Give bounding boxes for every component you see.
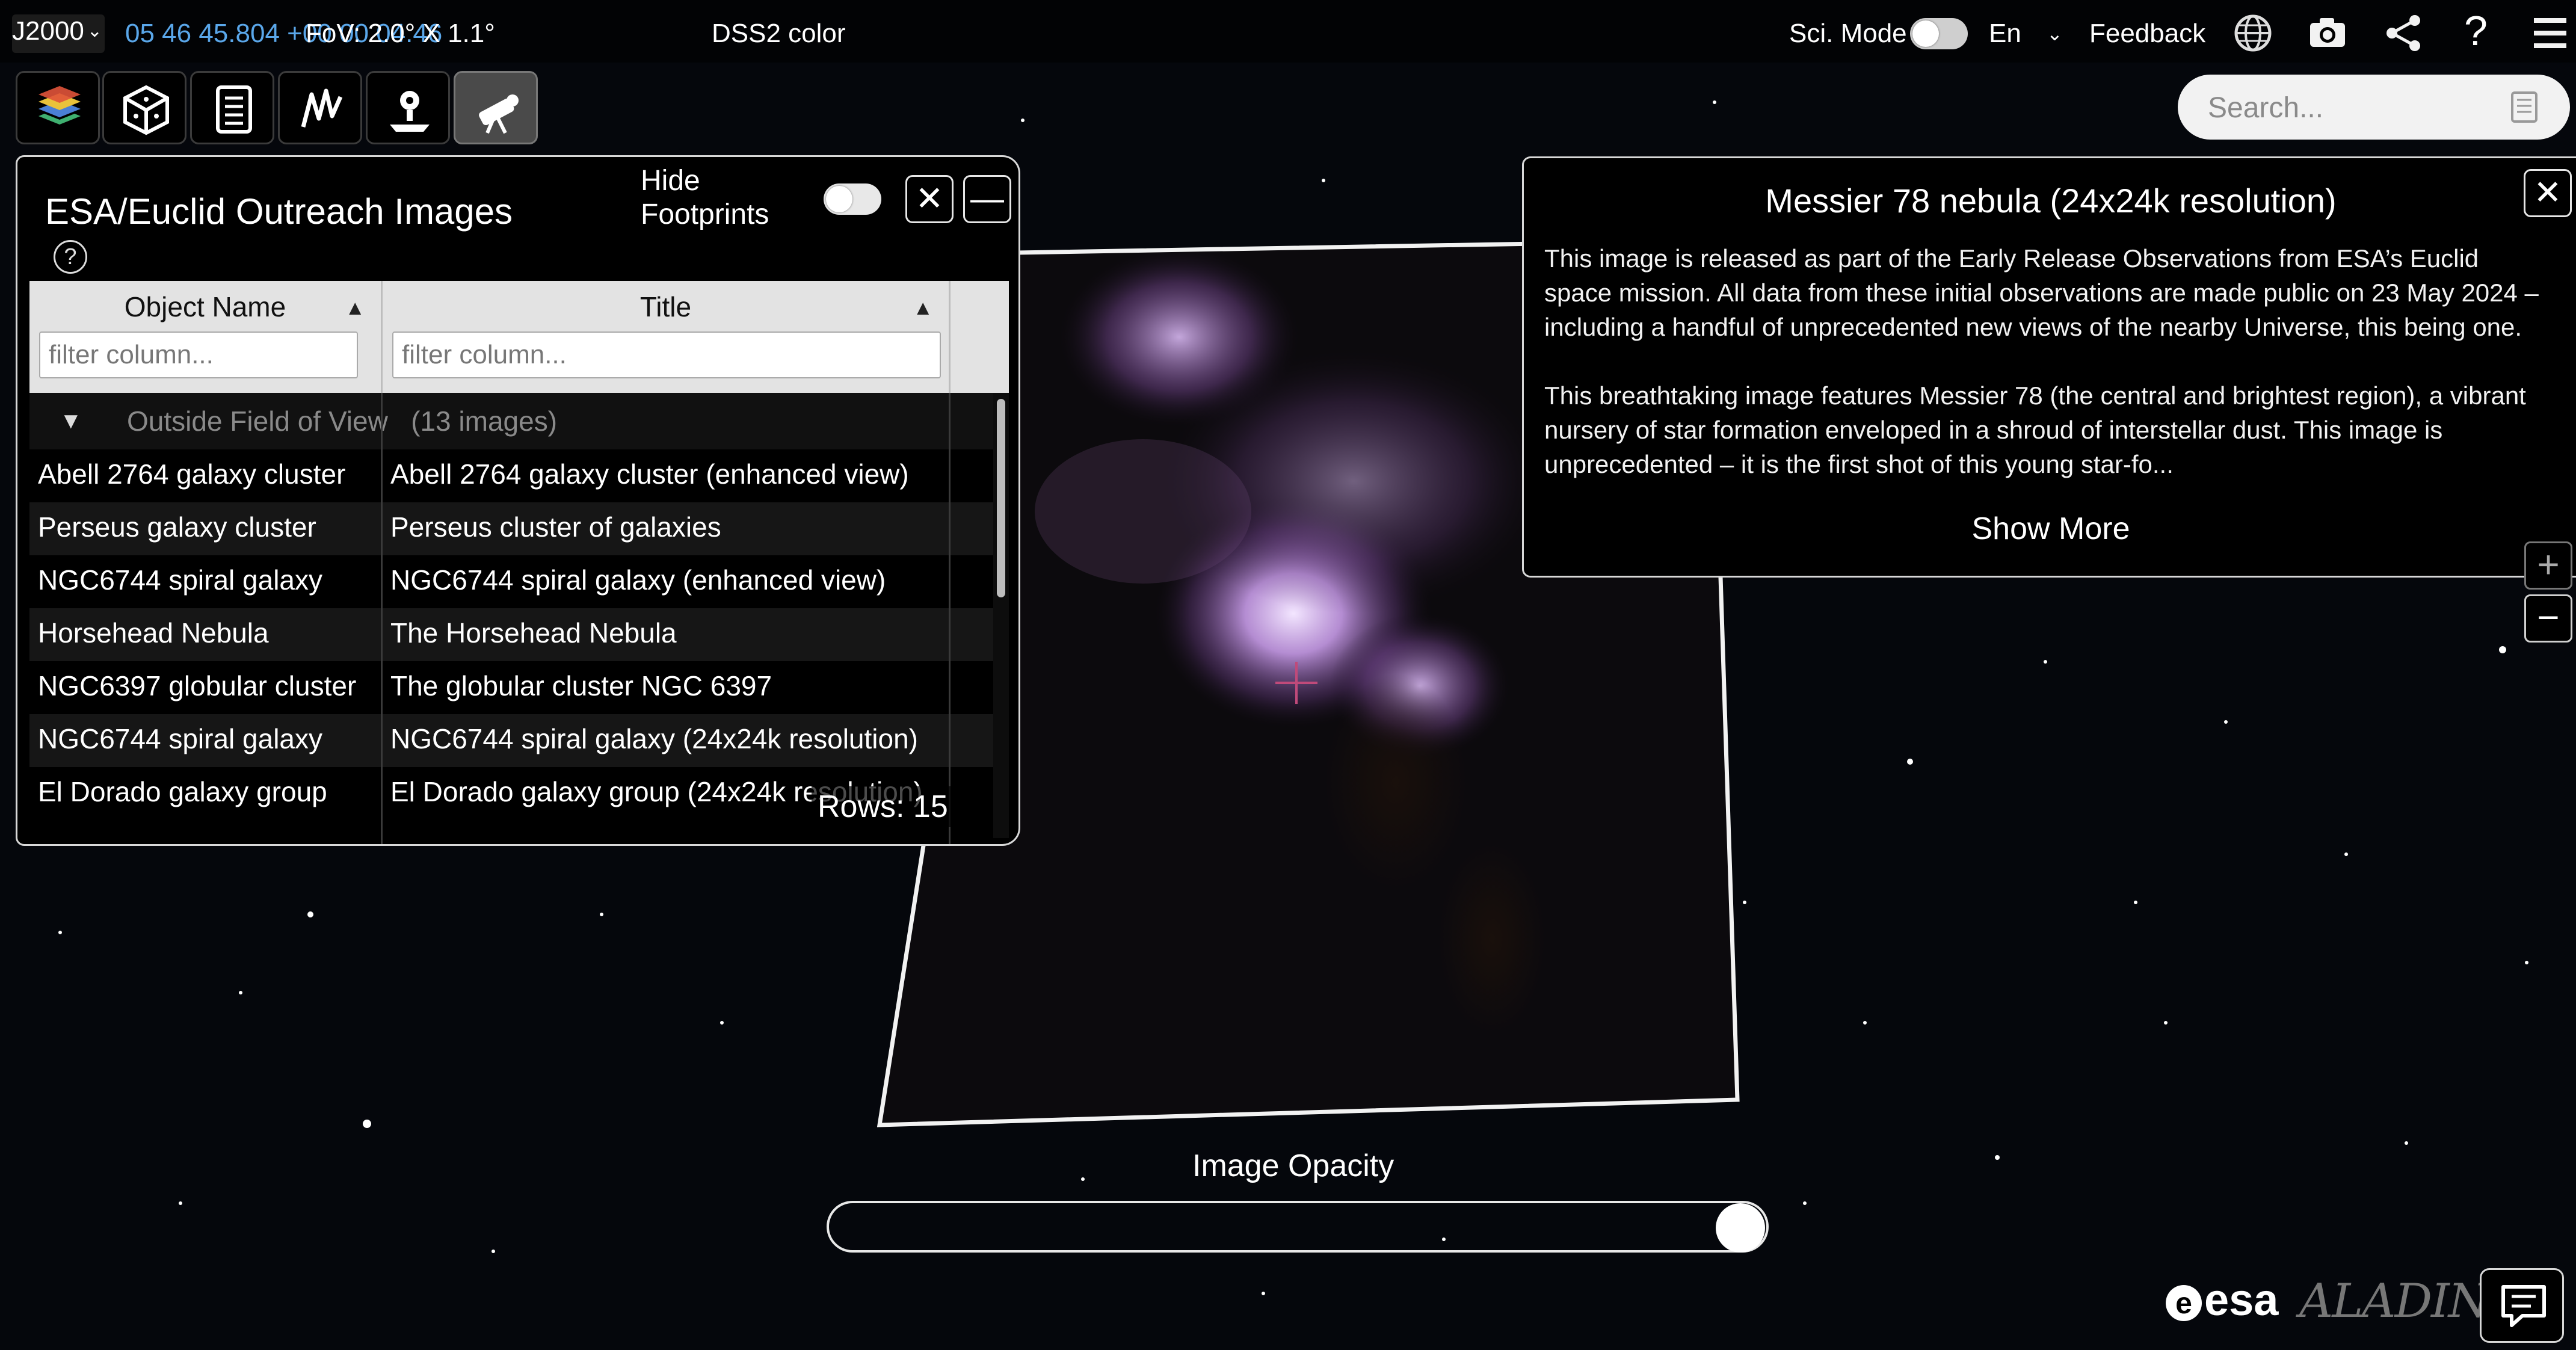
zoom-in-button[interactable]: + xyxy=(2524,541,2572,590)
minimize-icon[interactable]: — xyxy=(963,175,1011,223)
sci-mode-label: Sci. Mode xyxy=(1789,19,1907,48)
title-filter[interactable] xyxy=(392,331,941,378)
survey-name[interactable]: DSS2 color xyxy=(712,17,846,51)
object-name-cell: NGC6744 spiral galaxy xyxy=(38,723,323,754)
fov-display: FoV: 2.0° X 1.1° xyxy=(306,19,495,48)
group-row[interactable]: ▼ Outside Field of View (13 images) xyxy=(29,393,1004,449)
spectra-button[interactable] xyxy=(278,71,362,144)
language-select[interactable]: En xyxy=(1989,17,2021,51)
chevron-down-icon[interactable]: ⌄ xyxy=(2047,17,2063,51)
object-name-cell: Abell 2764 galaxy cluster xyxy=(38,458,346,490)
show-more-button[interactable]: Show More xyxy=(1524,511,2576,547)
chevron-down-icon: ⌄ xyxy=(87,21,102,41)
column-header[interactable]: Object Name xyxy=(29,291,381,323)
opacity-label: Image Opacity xyxy=(1192,1148,1394,1183)
info-paragraph: This breathtaking image features Messier… xyxy=(1544,381,2526,478)
top-bar: J2000 ⌄ 05 46 45.804 +00 00 04.46 FoV: 2… xyxy=(0,0,2576,63)
title-cell: The Horsehead Nebula xyxy=(390,617,677,649)
cube-icon xyxy=(123,85,169,135)
spectra-icon xyxy=(301,88,343,128)
esa-logo: e esa xyxy=(2166,1274,2278,1325)
title-cell: The globular cluster NGC 6397 xyxy=(390,670,772,701)
column-title[interactable]: Title ▲ xyxy=(383,281,951,393)
mission-icon xyxy=(390,91,430,132)
table-row[interactable]: Abell 2764 galaxy cluster Abell 2764 gala… xyxy=(29,449,1004,502)
title-cell: Abell 2764 galaxy cluster (enhanced view… xyxy=(390,458,909,490)
table-header: Object Name ▲ Title ▲ xyxy=(29,281,1009,393)
search-box[interactable] xyxy=(2178,75,2570,140)
object-name-cell: El Dorado galaxy group xyxy=(38,776,327,807)
column-header[interactable]: Title xyxy=(383,291,949,323)
menu-icon[interactable] xyxy=(2529,12,2571,54)
object-name-cell: Perseus galaxy cluster xyxy=(38,511,316,543)
coordinate-frame-select[interactable]: J2000 ⌄ xyxy=(12,14,105,53)
camera-icon[interactable] xyxy=(2306,12,2349,54)
outreach-images-panel: ESA/Euclid Outreach Images ? Hide Footpr… xyxy=(16,155,1020,846)
title-cell: Perseus cluster of galaxies xyxy=(390,511,721,543)
rows-count: Rows: 15 xyxy=(812,786,954,827)
aladin-logo: ALADIN xyxy=(2299,1274,2489,1328)
opacity-slider[interactable] xyxy=(827,1201,1769,1253)
column-divider xyxy=(381,393,383,844)
object-name-cell: NGC6744 spiral galaxy xyxy=(38,564,323,596)
object-name-cell: NGC6397 globular cluster xyxy=(38,670,357,701)
group-label: Outside Field of View (13 images) xyxy=(127,405,558,437)
feedback-link[interactable]: Feedback xyxy=(2089,17,2205,51)
info-paragraph: This image is released as part of the Ea… xyxy=(1544,244,2539,341)
chat-icon xyxy=(2501,1285,2546,1327)
help-icon[interactable]: ? xyxy=(2464,8,2488,53)
close-icon[interactable]: ✕ xyxy=(905,175,954,223)
image-info-panel: Messier 78 nebula (24x24k resolution) ✕ … xyxy=(1522,156,2576,578)
table-row[interactable]: Horsehead Nebula The Horsehead Nebula xyxy=(29,608,1004,661)
close-icon[interactable]: ✕ xyxy=(2524,169,2572,217)
chat-button[interactable] xyxy=(2480,1268,2564,1343)
zoom-out-button[interactable]: − xyxy=(2524,594,2572,643)
catalog-button[interactable] xyxy=(190,71,274,144)
sci-mode-toggle[interactable] xyxy=(1910,18,1968,49)
globe-icon[interactable] xyxy=(2232,12,2274,54)
frame-value: J2000 xyxy=(12,16,84,46)
outreach-telescope-icon xyxy=(479,94,519,134)
object-name-cell: Horsehead Nebula xyxy=(38,617,269,649)
outreach-images-button[interactable] xyxy=(454,71,538,144)
scrollbar-thumb[interactable] xyxy=(997,399,1005,597)
caret-down-icon[interactable]: ▼ xyxy=(60,408,82,434)
opacity-slider-handle[interactable] xyxy=(1716,1203,1765,1253)
layers-button[interactable] xyxy=(16,71,100,144)
share-icon[interactable] xyxy=(2382,12,2424,54)
hide-footprints-toggle[interactable] xyxy=(824,183,881,215)
info-title: Messier 78 nebula (24x24k resolution) xyxy=(1765,182,2337,220)
table-row[interactable]: NGC6397 globular cluster The globular clu… xyxy=(29,661,1004,714)
table-row[interactable]: NGC6744 spiral galaxy NGC6744 spiral gala… xyxy=(29,714,1004,767)
mission-button[interactable] xyxy=(366,71,450,144)
table-row[interactable]: Perseus galaxy cluster Perseus cluster of… xyxy=(29,502,1004,555)
column-divider xyxy=(949,393,951,844)
catalog-icon xyxy=(216,85,252,134)
title-cell: NGC6744 spiral galaxy (enhanced view) xyxy=(390,564,886,596)
column-object-name[interactable]: Object Name ▲ xyxy=(29,281,383,393)
table-row[interactable]: NGC6744 spiral galaxy NGC6744 spiral gala… xyxy=(29,555,1004,608)
layers-icon xyxy=(39,86,81,125)
object-name-filter[interactable] xyxy=(39,331,358,378)
cube-button[interactable] xyxy=(102,71,186,144)
search-list-icon[interactable] xyxy=(2506,89,2542,125)
panel-title: ESA/Euclid Outreach Images xyxy=(45,191,513,232)
sort-asc-icon[interactable]: ▲ xyxy=(913,297,933,320)
hide-footprints-label: Hide Footprints xyxy=(641,165,769,230)
title-cell: NGC6744 spiral galaxy (24x24k resolution… xyxy=(390,723,918,754)
help-icon[interactable]: ? xyxy=(54,240,87,274)
search-input[interactable] xyxy=(2207,90,2498,125)
sort-asc-icon[interactable]: ▲ xyxy=(345,297,365,320)
